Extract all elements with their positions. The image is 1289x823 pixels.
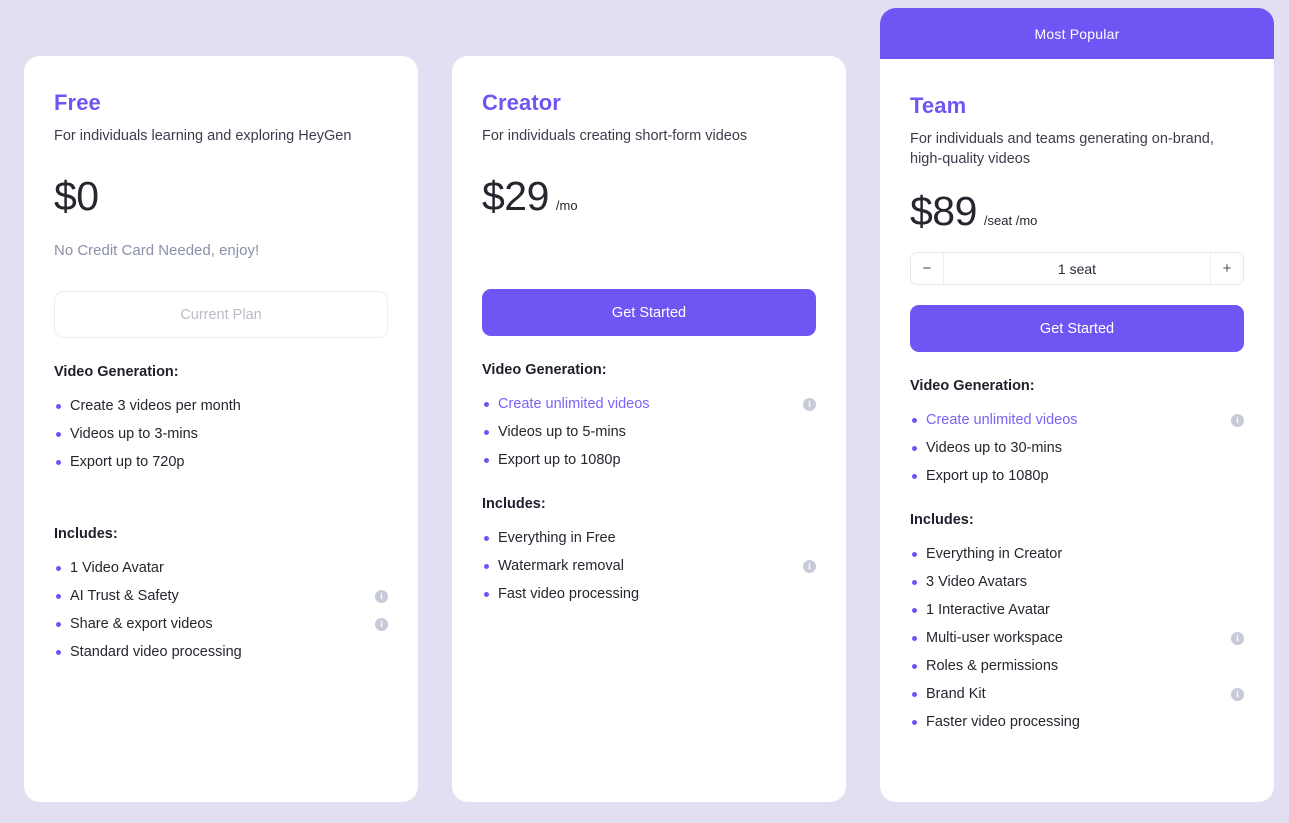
feature-item: Watermark removal i <box>482 552 816 580</box>
feature-item: 1 Interactive Avatar <box>910 596 1244 624</box>
feature-list-creator: Video Generation: Create unlimited video… <box>482 362 816 608</box>
feature-item: Multi-user workspace i <box>910 624 1244 652</box>
seat-decrement-button[interactable]: − <box>911 253 944 285</box>
price-unit-creator: /mo <box>555 198 578 214</box>
seat-quantity-stepper: − 1 seat + <box>910 252 1244 286</box>
plan-body-team: Team For individuals and teams generatin… <box>880 59 1274 736</box>
feature-heading-includes: Includes: <box>482 496 546 513</box>
plan-tagline-free: For individuals learning and exploring H… <box>54 128 352 145</box>
seat-quantity-value[interactable]: 1 seat <box>944 253 1210 284</box>
current-plan-button[interactable]: Current Plan <box>54 291 388 339</box>
feature-label: AI Trust & Safety <box>70 588 179 605</box>
info-icon[interactable]: i <box>1231 413 1244 427</box>
plan-name-free: Free <box>54 90 101 115</box>
feature-label: Fast video processing <box>498 586 640 603</box>
feature-heading-includes: Includes: <box>54 526 118 543</box>
feature-item: Export up to 1080p <box>910 462 1244 490</box>
feature-label: Create unlimited videos <box>926 412 1078 429</box>
feature-label: Roles & permissions <box>926 658 1059 675</box>
feature-item: Share & export videos i <box>54 610 388 638</box>
feature-label: Faster video processing <box>926 714 1080 731</box>
feature-label: Brand Kit <box>926 686 986 703</box>
feature-label: Multi-user workspace <box>926 630 1063 647</box>
feature-label: Everything in Creator <box>926 546 1063 563</box>
feature-heading-video-generation: Video Generation: <box>54 364 179 381</box>
feature-label: Export up to 720p <box>70 454 185 471</box>
feature-list-free: Video Generation: Create 3 videos per mo… <box>54 364 388 666</box>
feature-label: Create 3 videos per month <box>70 398 241 415</box>
most-popular-badge: Most Popular <box>880 8 1274 59</box>
feature-label: Share & export videos <box>70 616 213 633</box>
plan-price-creator: $29 /mo <box>482 176 816 217</box>
feature-item: AI Trust & Safety i <box>54 582 388 610</box>
feature-item: Videos up to 5-mins <box>482 418 816 446</box>
feature-label: Watermark removal <box>498 558 624 575</box>
seat-increment-button[interactable]: + <box>1210 253 1243 285</box>
feature-item: Faster video processing <box>910 708 1244 736</box>
feature-label: 1 Video Avatar <box>70 560 164 577</box>
feature-label: 1 Interactive Avatar <box>926 602 1050 619</box>
info-icon[interactable]: i <box>803 559 816 573</box>
feature-item: Roles & permissions <box>910 652 1244 680</box>
get-started-button-creator[interactable]: Get Started <box>482 289 816 337</box>
price-note-free: No Credit Card Needed, enjoy! <box>54 242 260 260</box>
info-icon[interactable]: i <box>375 589 388 603</box>
feature-label: Export up to 1080p <box>926 468 1049 485</box>
plan-price-team: $89 /seat /mo <box>910 191 1244 232</box>
price-amount-free: $0 <box>54 173 99 220</box>
plan-body-creator: Creator For individuals creating short-f… <box>452 56 846 608</box>
feature-heading-video-generation: Video Generation: <box>482 362 607 379</box>
price-amount-creator: $29 <box>482 173 549 220</box>
feature-item: Create unlimited videos i <box>910 406 1244 434</box>
most-popular-label: Most Popular <box>1034 25 1120 42</box>
feature-item: Create 3 videos per month <box>54 392 388 420</box>
feature-item: Create unlimited videos i <box>482 390 816 418</box>
feature-label: Create unlimited videos <box>498 396 650 413</box>
info-icon[interactable]: i <box>1231 687 1244 701</box>
get-started-button-team[interactable]: Get Started <box>910 305 1244 353</box>
price-note-spacer-creator <box>482 217 816 269</box>
plan-body-free: Free For individuals learning and explor… <box>24 56 418 666</box>
feature-label: Videos up to 30-mins <box>926 440 1062 457</box>
feature-item: 1 Video Avatar <box>54 554 388 582</box>
feature-list-team: Video Generation: Create unlimited video… <box>910 378 1244 736</box>
price-unit-team: /seat /mo <box>983 213 1038 229</box>
info-icon[interactable]: i <box>803 397 816 411</box>
feature-label: Videos up to 5-mins <box>498 424 626 441</box>
feature-label: Everything in Free <box>498 530 616 547</box>
feature-label: 3 Video Avatars <box>926 574 1028 591</box>
plan-tagline-creator: For individuals creating short-form vide… <box>482 128 748 145</box>
plan-name-team: Team <box>910 93 967 118</box>
feature-label: Standard video processing <box>70 644 242 661</box>
feature-item: Standard video processing <box>54 638 388 666</box>
feature-heading-includes: Includes: <box>910 512 974 529</box>
info-icon[interactable]: i <box>1231 631 1244 645</box>
plan-card-team: Most Popular Team For individuals and te… <box>880 8 1274 802</box>
feature-item: Export up to 720p <box>54 448 388 476</box>
plan-card-creator: Creator For individuals creating short-f… <box>452 56 846 802</box>
feature-item: Export up to 1080p <box>482 446 816 474</box>
feature-item: Videos up to 3-mins <box>54 420 388 448</box>
feature-item: Everything in Creator <box>910 540 1244 568</box>
plan-name-creator: Creator <box>482 90 561 115</box>
plan-price-free: $0 <box>54 176 388 217</box>
plan-tagline-team: For individuals and teams generating on-… <box>910 131 1214 168</box>
feature-heading-video-generation: Video Generation: <box>910 378 1035 395</box>
feature-label: Export up to 1080p <box>498 452 621 469</box>
plan-card-free: Free For individuals learning and explor… <box>24 56 418 802</box>
feature-label: Videos up to 3-mins <box>70 426 198 443</box>
feature-item: Fast video processing <box>482 580 816 608</box>
feature-item: Videos up to 30-mins <box>910 434 1244 462</box>
feature-item: Everything in Free <box>482 524 816 552</box>
feature-item: 3 Video Avatars <box>910 568 1244 596</box>
pricing-plans-container: Free For individuals learning and explor… <box>0 0 1289 823</box>
feature-item: Brand Kit i <box>910 680 1244 708</box>
info-icon[interactable]: i <box>375 617 388 631</box>
price-amount-team: $89 <box>910 188 977 235</box>
